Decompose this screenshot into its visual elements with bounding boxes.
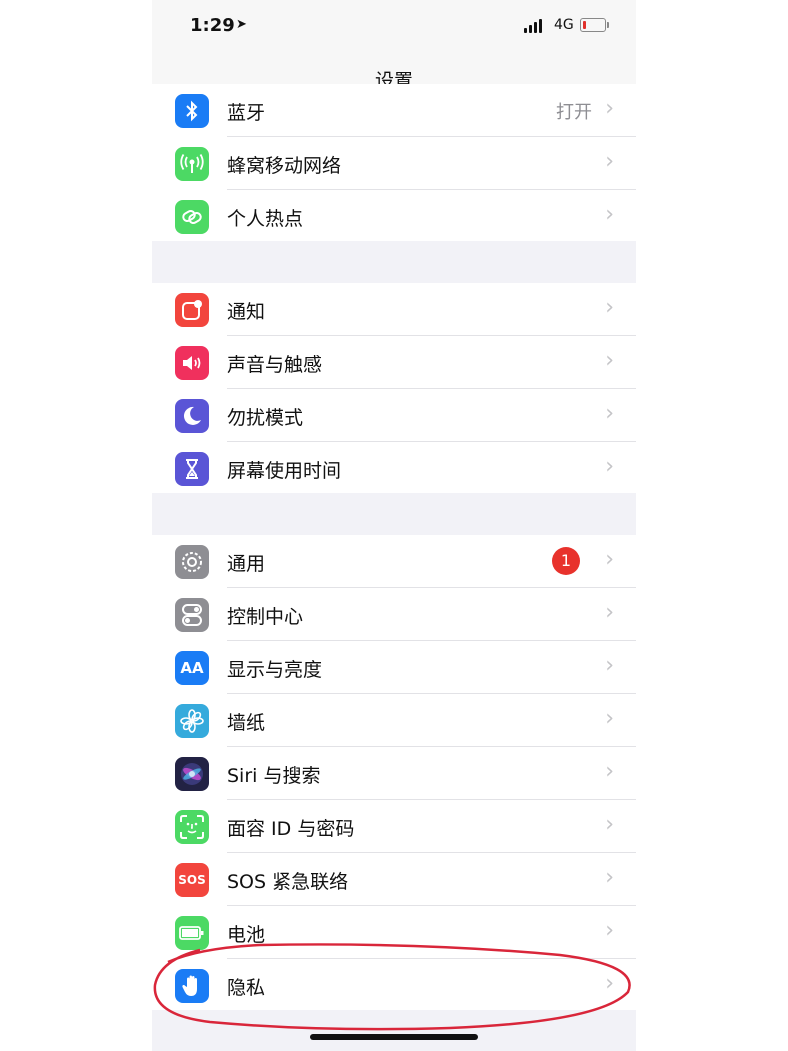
chevron-right-icon: › — [605, 149, 614, 174]
settings-row-label: 蜂窝移动网络 — [227, 155, 342, 177]
settings-row-screen-time[interactable]: 屏幕使用时间 › — [152, 442, 636, 495]
flower-icon — [175, 704, 209, 738]
settings-group-connectivity: 蓝牙 打开 › 蜂窝移动网络 › 个人热点 › — [152, 84, 636, 241]
chevron-right-icon: › — [605, 547, 614, 572]
settings-row-label: 声音与触感 — [227, 354, 323, 376]
settings-row-control-center[interactable]: 控制中心 › — [152, 588, 636, 641]
settings-group-general: 通用 1 › 控制中心 › AA 显示与亮度 › 墙纸 › Siri 与搜索 ›… — [152, 535, 636, 1010]
bluetooth-icon — [175, 94, 209, 128]
settings-row-label: SOS 紧急联络 — [227, 871, 349, 893]
bluetooth-status-value: 打开 — [556, 102, 592, 123]
text-size-icon: AA — [175, 651, 209, 685]
status-bar: 1:29 ➤ 4G — [152, 0, 636, 52]
chevron-right-icon: › — [605, 295, 614, 320]
settings-row-label: 通知 — [227, 301, 266, 323]
signal-strength-icon — [524, 19, 544, 33]
moon-icon — [175, 399, 209, 433]
settings-row-label: Siri 与搜索 — [227, 765, 321, 787]
chevron-right-icon: › — [605, 600, 614, 625]
chevron-right-icon: › — [605, 759, 614, 784]
location-arrow-icon: ➤ — [236, 17, 247, 32]
network-type: 4G — [554, 17, 574, 33]
settings-row-label: 面容 ID 与密码 — [227, 818, 355, 840]
settings-row-general[interactable]: 通用 1 › — [152, 535, 636, 588]
cellular-antenna-icon — [175, 147, 209, 181]
chevron-right-icon: › — [605, 454, 614, 479]
settings-row-siri-search[interactable]: Siri 与搜索 › — [152, 747, 636, 800]
chevron-right-icon: › — [605, 812, 614, 837]
siri-icon — [175, 757, 209, 791]
settings-row-hotspot[interactable]: 个人热点 › — [152, 190, 636, 243]
chevron-right-icon: › — [605, 348, 614, 373]
settings-row-do-not-disturb[interactable]: 勿扰模式 › — [152, 389, 636, 442]
chevron-right-icon: › — [605, 401, 614, 426]
settings-row-label: 墙纸 — [227, 712, 266, 734]
speaker-icon — [175, 346, 209, 380]
update-count-badge: 1 — [552, 547, 580, 575]
chevron-right-icon: › — [605, 706, 614, 731]
sos-icon: SOS — [175, 863, 209, 897]
phone-screen: 1:29 ➤ 4G 设置 蓝牙 打开 › 蜂窝移动网络 › 个人热点 › 通知 … — [152, 0, 636, 1051]
notifications-icon — [175, 293, 209, 327]
gear-icon — [175, 545, 209, 579]
hotspot-chain-icon — [175, 200, 209, 234]
settings-row-face-id[interactable]: 面容 ID 与密码 › — [152, 800, 636, 853]
chevron-right-icon: › — [605, 96, 614, 121]
settings-row-notifications[interactable]: 通知 › — [152, 283, 636, 336]
settings-row-label: 通用 — [227, 553, 266, 575]
toggles-icon — [175, 598, 209, 632]
status-time: 1:29 — [190, 15, 235, 36]
chevron-right-icon: › — [605, 918, 614, 943]
chevron-right-icon: › — [605, 865, 614, 890]
battery-icon — [175, 916, 209, 950]
face-id-icon — [175, 810, 209, 844]
settings-row-sounds[interactable]: 声音与触感 › — [152, 336, 636, 389]
settings-row-bluetooth[interactable]: 蓝牙 打开 › — [152, 84, 636, 137]
settings-row-label: 控制中心 — [227, 606, 304, 628]
settings-row-label: 屏幕使用时间 — [227, 460, 342, 482]
settings-row-cellular[interactable]: 蜂窝移动网络 › — [152, 137, 636, 190]
settings-row-emergency-sos[interactable]: SOS SOS 紧急联络 › — [152, 853, 636, 906]
home-indicator[interactable] — [310, 1034, 478, 1040]
settings-row-label: 勿扰模式 — [227, 407, 304, 429]
chevron-right-icon: › — [605, 653, 614, 678]
battery-low-icon — [580, 18, 609, 32]
settings-row-label: 蓝牙 — [227, 102, 266, 124]
chevron-right-icon: › — [605, 202, 614, 227]
settings-row-privacy[interactable]: 隐私 › — [152, 959, 636, 1012]
chevron-right-icon: › — [605, 971, 614, 996]
settings-group-notifications: 通知 › 声音与触感 › 勿扰模式 › 屏幕使用时间 › — [152, 283, 636, 493]
settings-row-label: 个人热点 — [227, 208, 304, 230]
settings-row-display-brightness[interactable]: AA 显示与亮度 › — [152, 641, 636, 694]
hand-icon — [175, 969, 209, 1003]
settings-row-wallpaper[interactable]: 墙纸 › — [152, 694, 636, 747]
settings-row-label: 隐私 — [227, 977, 266, 999]
settings-row-battery[interactable]: 电池 › — [152, 906, 636, 959]
settings-row-label: 显示与亮度 — [227, 659, 323, 681]
settings-row-label: 电池 — [227, 924, 266, 946]
hourglass-icon — [175, 452, 209, 486]
